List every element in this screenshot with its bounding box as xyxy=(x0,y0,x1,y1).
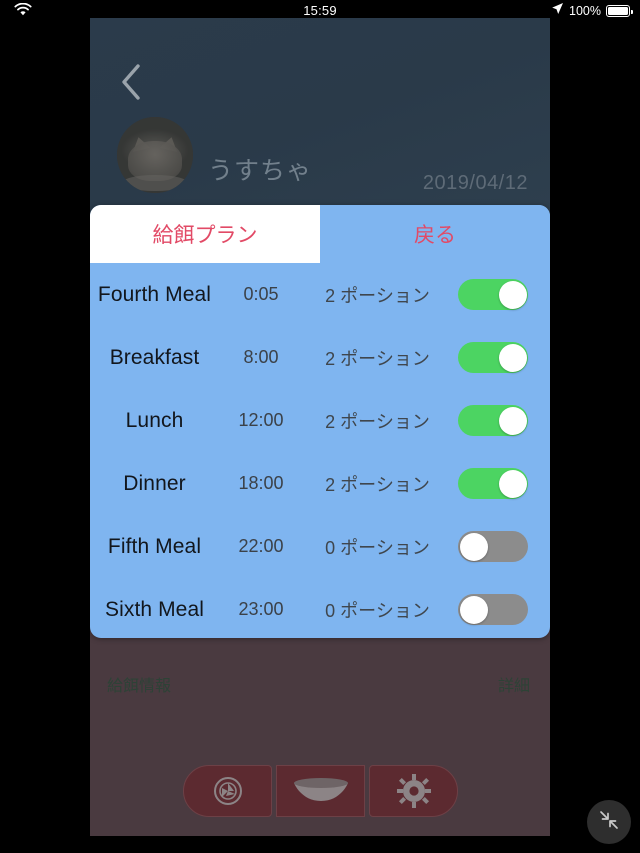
meal-row[interactable]: Dinner 18:00 2 ポーション xyxy=(90,452,550,515)
meal-toggle[interactable] xyxy=(458,468,528,499)
toggle-knob xyxy=(498,469,527,498)
toggle-knob xyxy=(459,595,488,624)
tab-feeding-plan-label: 給餌プラン xyxy=(152,224,258,247)
status-bar-clock: 15:59 xyxy=(303,3,337,18)
status-bar-right-group: 100% xyxy=(551,2,633,20)
meal-name: Fifth Meal xyxy=(107,534,202,558)
back-button[interactable] xyxy=(114,60,158,104)
meal-time: 18:00 xyxy=(238,473,284,493)
feeding-info-label: 給餌情報 xyxy=(107,678,172,695)
meal-portion: 2 ポーション xyxy=(325,411,430,432)
battery-full-icon xyxy=(606,5,633,17)
toggle-knob xyxy=(459,532,488,561)
meal-name: Lunch xyxy=(125,408,184,432)
meal-time: 8:00 xyxy=(243,347,279,367)
meal-row[interactable]: Breakfast 8:00 2 ポーション xyxy=(90,326,550,389)
meal-portion: 2 ポーション xyxy=(325,348,430,369)
detail-link[interactable]: 詳細 xyxy=(498,672,530,696)
meal-row[interactable]: Sixth Meal 23:00 0 ポーション xyxy=(90,578,550,638)
meal-name: Dinner xyxy=(123,471,186,495)
meal-time: 12:00 xyxy=(238,410,284,430)
battery-percent-label: 100% xyxy=(569,4,601,18)
device-screen: 15:59 100% うすちゃ 2019/04/12 給餌情報 詳細 給餌プラン… xyxy=(0,0,640,853)
meal-list: Fourth Meal 0:05 2 ポーション Breakfast 8:00 … xyxy=(90,263,550,638)
settings-button[interactable] xyxy=(369,765,458,817)
meal-time: 22:00 xyxy=(238,536,284,556)
modal-tab-bar: 給餌プラン 戻る xyxy=(90,205,550,263)
feeding-info-bar: 給餌情報 詳細 xyxy=(90,644,550,714)
toggle-knob xyxy=(498,280,527,309)
gear-icon xyxy=(396,774,431,808)
meal-time: 0:05 xyxy=(243,284,279,304)
meal-toggle[interactable] xyxy=(458,405,528,436)
meal-portion: 0 ポーション xyxy=(325,537,430,558)
meal-toggle[interactable] xyxy=(458,594,528,625)
meal-name: Sixth Meal xyxy=(104,597,205,621)
tab-feeding-plan[interactable]: 給餌プラン xyxy=(90,205,320,263)
food-bowl-icon xyxy=(291,775,351,807)
meal-row[interactable]: Fourth Meal 0:05 2 ポーション xyxy=(90,263,550,326)
meal-row[interactable]: Lunch 12:00 2 ポーション xyxy=(90,389,550,452)
meal-portion: 2 ポーション xyxy=(325,474,430,495)
meal-portion: 0 ポーション xyxy=(325,600,430,621)
meal-row[interactable]: Fifth Meal 22:00 0 ポーション xyxy=(90,515,550,578)
tab-back-label: 戻る xyxy=(414,224,456,247)
bottom-toolbar xyxy=(183,765,458,817)
meal-name: Fourth Meal xyxy=(97,282,212,306)
meal-toggle[interactable] xyxy=(458,342,528,373)
minimize-arrows-icon xyxy=(597,808,621,837)
feeding-plan-modal: 給餌プラン 戻る Fourth Meal 0:05 2 ポーション Breakf… xyxy=(90,205,550,638)
meal-toggle[interactable] xyxy=(458,531,528,562)
pet-date: 2019/04/12 xyxy=(422,172,528,194)
meal-toggle[interactable] xyxy=(458,279,528,310)
meal-time: 23:00 xyxy=(238,599,284,619)
pet-name: うすちゃ xyxy=(208,157,313,185)
feed-bowl-button[interactable] xyxy=(276,765,365,817)
meal-name: Breakfast xyxy=(109,345,200,369)
camera-aperture-icon xyxy=(211,774,245,808)
toggle-knob xyxy=(498,406,527,435)
minimize-button[interactable] xyxy=(587,800,631,844)
location-arrow-icon xyxy=(551,2,564,20)
tab-back[interactable]: 戻る xyxy=(320,205,550,263)
camera-button[interactable] xyxy=(183,765,272,817)
toggle-knob xyxy=(498,343,527,372)
meal-portion: 2 ポーション xyxy=(325,285,430,306)
avatar[interactable] xyxy=(117,117,193,193)
pet-header: うすちゃ 2019/04/12 xyxy=(90,18,550,218)
avatar-dim-overlay xyxy=(117,117,193,193)
